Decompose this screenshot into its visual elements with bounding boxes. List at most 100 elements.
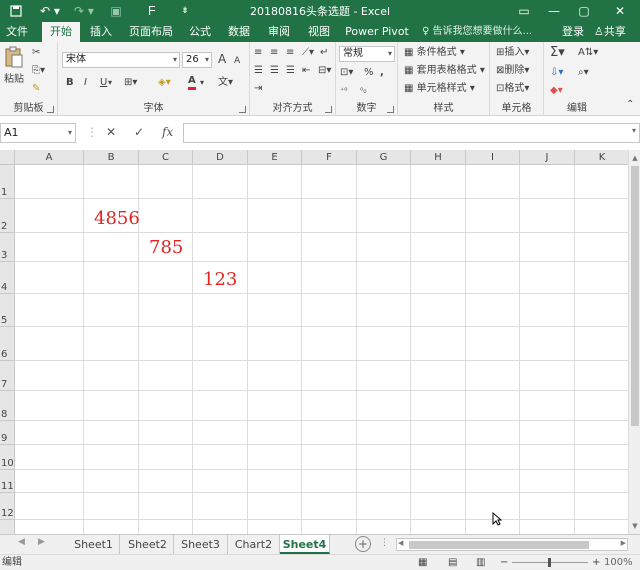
row-header-7[interactable]: 7 (0, 361, 15, 391)
formula-input[interactable]: ▾ (183, 123, 640, 143)
row-header-13[interactable]: 13 (0, 520, 15, 534)
tell-me-search[interactable]: ♀ 告诉我您想要做什么... (422, 22, 532, 42)
scroll-up-icon[interactable]: ▲ (629, 152, 640, 164)
insert-cells-button[interactable]: ⊞插入▾ (496, 46, 529, 60)
format-painter-icon[interactable]: ✎ (32, 82, 40, 96)
copy-icon[interactable]: ⎘▾ (32, 64, 45, 78)
ribbon-display-icon[interactable]: ▭ (510, 0, 538, 22)
column-header-h[interactable]: H (411, 150, 466, 165)
column-header-i[interactable]: I (466, 150, 520, 165)
find-select-icon[interactable]: ⌕▾ (578, 66, 589, 80)
paste-button[interactable]: 粘贴 (4, 46, 26, 86)
tab-splitter-icon[interactable]: ⋮ (380, 538, 389, 548)
zoom-slider[interactable] (512, 558, 588, 567)
cell-styles-button[interactable]: ▦ 单元格样式 ▾ (404, 82, 475, 96)
column-header-e[interactable]: E (248, 150, 302, 165)
tab-power-pivot[interactable]: Power Pivot (344, 22, 410, 42)
format-as-table-button[interactable]: ▦ 套用表格格式 ▾ (404, 64, 485, 78)
row-header-2[interactable]: 2 (0, 199, 15, 233)
normal-view-icon[interactable]: ▦ (418, 555, 427, 570)
number-format-combo[interactable]: 常规 ▾ (339, 46, 395, 62)
tab-home[interactable]: 开始 (42, 22, 80, 42)
cut-icon[interactable]: ✂ (32, 46, 40, 60)
chevron-down-icon[interactable]: ▾ (200, 76, 204, 90)
insert-function-icon[interactable]: fx (162, 125, 173, 139)
fill-icon[interactable]: ⇩▾ (550, 66, 563, 80)
font-launcher-icon[interactable] (239, 106, 246, 113)
row-header-6[interactable]: 6 (0, 327, 15, 361)
cancel-icon[interactable]: ✕ (106, 125, 116, 139)
autosum-icon[interactable]: Σ▾ (550, 46, 565, 60)
row-header-10[interactable]: 10 (0, 445, 15, 470)
bottom-align-icon[interactable]: ≡ (286, 46, 294, 60)
tab-review[interactable]: 审阅 (262, 22, 296, 42)
row-header-4[interactable]: 4 (0, 262, 15, 294)
conditional-format-button[interactable]: ▦ 条件格式 ▾ (404, 46, 465, 60)
row-header-1[interactable]: 1 (0, 165, 15, 199)
sheet-tab-sheet2[interactable]: Sheet2 (122, 535, 174, 554)
alignment-launcher-icon[interactable] (325, 106, 332, 113)
top-align-icon[interactable]: ≡ (254, 46, 262, 60)
next-sheet-icon[interactable]: ▶ (38, 537, 45, 547)
sheet-tab-sheet3[interactable]: Sheet3 (174, 535, 228, 554)
italic-button[interactable]: I (84, 76, 87, 90)
page-layout-view-icon[interactable]: ▤ (448, 555, 457, 570)
tab-insert[interactable]: 插入 (84, 22, 118, 42)
font-color-button[interactable]: A (188, 75, 196, 90)
column-header-d[interactable]: D (193, 150, 248, 165)
tab-file[interactable]: 文件 (0, 22, 34, 42)
page-break-view-icon[interactable]: ▥ (476, 555, 485, 570)
underline-button[interactable]: U (100, 76, 107, 90)
prev-sheet-icon[interactable]: ◀ (18, 537, 25, 547)
zoom-in-icon[interactable]: + (592, 555, 600, 570)
tab-data[interactable]: 数据 (222, 22, 256, 42)
font-name-combo[interactable]: 宋体 ▾ (62, 52, 180, 68)
row-header-3[interactable]: 3 (0, 233, 15, 262)
column-header-k[interactable]: K (575, 150, 628, 165)
tab-page-layout[interactable]: 页面布局 (124, 22, 178, 42)
horizontal-scrollbar[interactable]: ◀ ▶ (396, 538, 628, 551)
sheet-tab-sheet1[interactable]: Sheet1 (68, 535, 120, 554)
merge-center-icon[interactable]: ⊟▾ (318, 64, 331, 78)
name-box[interactable]: A1 ▾ (0, 123, 76, 143)
sheet-tab-sheet4[interactable]: Sheet4 (280, 535, 330, 554)
column-header-c[interactable]: C (139, 150, 193, 165)
column-header-g[interactable]: G (357, 150, 411, 165)
zoom-out-icon[interactable]: − (500, 555, 508, 570)
column-header-j[interactable]: J (520, 150, 575, 165)
sort-filter-icon[interactable]: A⇅▾ (578, 46, 598, 60)
scroll-down-icon[interactable]: ▼ (629, 520, 640, 532)
align-right-icon[interactable]: ☰ (286, 64, 295, 78)
row-header-11[interactable]: 11 (0, 470, 15, 493)
share-button[interactable]: ♙共享 (594, 22, 626, 42)
clear-icon[interactable]: ◆▾ (550, 84, 563, 98)
row-header-5[interactable]: 5 (0, 294, 15, 327)
select-all-corner[interactable] (0, 150, 15, 165)
column-header-f[interactable]: F (302, 150, 357, 165)
number-launcher-icon[interactable] (387, 106, 394, 113)
font-size-combo[interactable]: 26 ▾ (182, 52, 212, 68)
border-icon[interactable]: ⊞▾ (124, 76, 137, 90)
zoom-slider-thumb[interactable] (548, 558, 551, 567)
tab-view[interactable]: 视图 (302, 22, 336, 42)
enter-icon[interactable]: ✓ (134, 125, 144, 139)
vertical-scroll-thumb[interactable] (631, 166, 639, 426)
fill-color-icon[interactable]: ◈▾ (158, 76, 171, 90)
worksheet-grid[interactable]: ABCDEFGHIJK123456789101112134856785123 (0, 150, 628, 534)
indent-icon[interactable]: ⇥ (254, 82, 262, 96)
minimize-button[interactable]: — (540, 0, 568, 22)
row-header-12[interactable]: 12 (0, 493, 15, 520)
decrease-indent-icon[interactable]: ⇤ (302, 64, 310, 78)
orientation-icon[interactable]: ⟋▾ (302, 46, 314, 60)
comma-button[interactable]: , (380, 66, 384, 80)
collapse-ribbon-icon[interactable]: ⌃ (626, 98, 634, 112)
column-header-a[interactable]: A (15, 150, 84, 165)
selected-cell-a1[interactable] (15, 165, 84, 199)
scroll-left-icon[interactable]: ◀ (398, 539, 403, 547)
close-button[interactable]: ✕ (606, 0, 634, 22)
bold-button[interactable]: B (66, 76, 74, 90)
scroll-right-icon[interactable]: ▶ (621, 539, 626, 547)
phonetic-icon[interactable]: 文▾ (218, 76, 233, 90)
delete-cells-button[interactable]: ⊠删除▾ (496, 64, 529, 78)
clipboard-launcher-icon[interactable] (47, 106, 54, 113)
